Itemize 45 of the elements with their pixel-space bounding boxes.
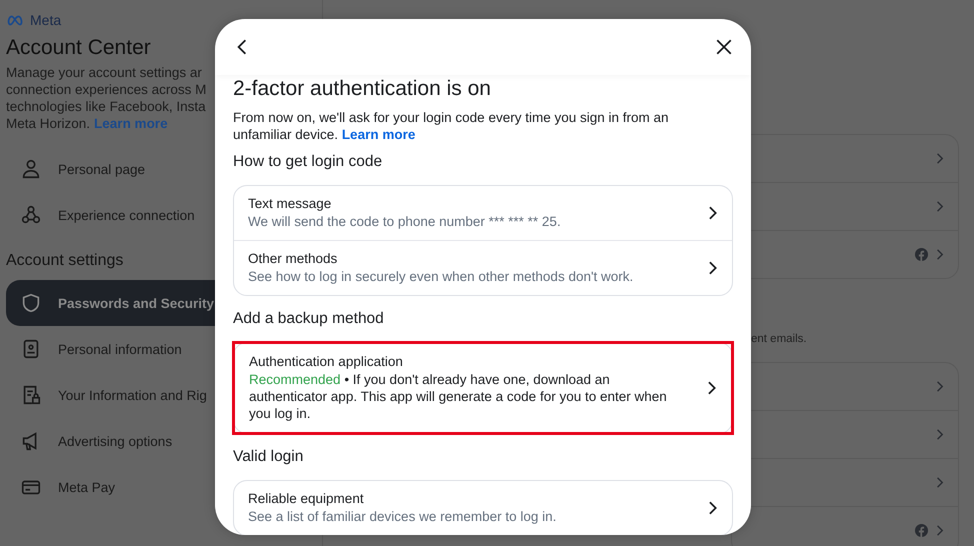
highlighted-option[interactable]: Authentication application Recommended • If you don't already have one, download an authenticator app. This app will generate a code for you to enter when you log in. xyxy=(232,341,734,435)
chevron-right-icon xyxy=(936,152,944,165)
chevron-right-icon xyxy=(936,248,944,261)
chevron-right-icon xyxy=(707,380,717,396)
facebook-icon xyxy=(915,248,928,261)
option-row[interactable]: Reliable equipment See a list of familiar devices we remember to log in. xyxy=(234,481,732,535)
chevron-right-icon xyxy=(936,476,944,489)
chevron-right-icon xyxy=(936,428,944,441)
option-title: Other methods xyxy=(248,251,338,266)
chevron-right-icon xyxy=(708,500,718,516)
shield-icon xyxy=(20,292,42,314)
option-row[interactable]: Text message We will send the code to phone number *** *** ** 25. xyxy=(234,186,732,240)
option-title: Authentication application xyxy=(249,354,404,369)
chevron-right-icon xyxy=(708,205,718,221)
chevron-right-icon xyxy=(936,524,944,537)
chevron-right-icon xyxy=(708,260,718,276)
option-row[interactable]: Other methods See how to log in securely even when other methods don't work. xyxy=(234,240,732,295)
description-line: Meta Horizon. xyxy=(6,115,90,132)
description-line: technologies like Facebook, Insta xyxy=(6,98,206,115)
facebook-icon xyxy=(915,524,928,537)
dialog-description: From now on, we'll ask for your login code every time you sign in from an unfamiliar device. Learn more xyxy=(233,109,670,143)
nav-item[interactable]: Experience connection xyxy=(58,208,195,222)
chevron-right-icon xyxy=(936,380,944,393)
description-line: connection experiences across M xyxy=(6,81,206,98)
option-description: See a list of familiar devices we remember to log in. xyxy=(248,508,558,525)
learn-more-link[interactable]: Learn more xyxy=(94,115,168,132)
section-heading: Valid login xyxy=(233,448,304,466)
chevron-right-icon xyxy=(936,200,944,213)
person-icon xyxy=(20,158,42,180)
nav-item[interactable]: Personal page xyxy=(58,162,146,176)
description-line: Manage your account settings ar xyxy=(6,64,202,81)
page-title: Account Center xyxy=(6,36,151,60)
description-text: ent emails. xyxy=(751,333,808,345)
learn-more-link[interactable]: Learn more xyxy=(342,127,416,142)
option-description: Recommended • If you don't already have one, download an authenticator app. This app will generate a code for you to enter when you log in. xyxy=(249,371,668,422)
logo-text: Meta xyxy=(30,12,62,28)
network-icon xyxy=(20,204,42,226)
option-title: Reliable equipment xyxy=(248,491,365,506)
section-heading: How to get login code xyxy=(233,153,384,171)
option-title: Text message xyxy=(248,196,332,211)
back-icon xyxy=(235,38,249,56)
section-title: Account settings xyxy=(6,252,124,270)
option-description: We will send the code to phone number *** *** ** 25. xyxy=(248,213,562,230)
close-icon xyxy=(715,38,733,56)
dialog-title: 2-factor authentication is on xyxy=(233,77,492,101)
